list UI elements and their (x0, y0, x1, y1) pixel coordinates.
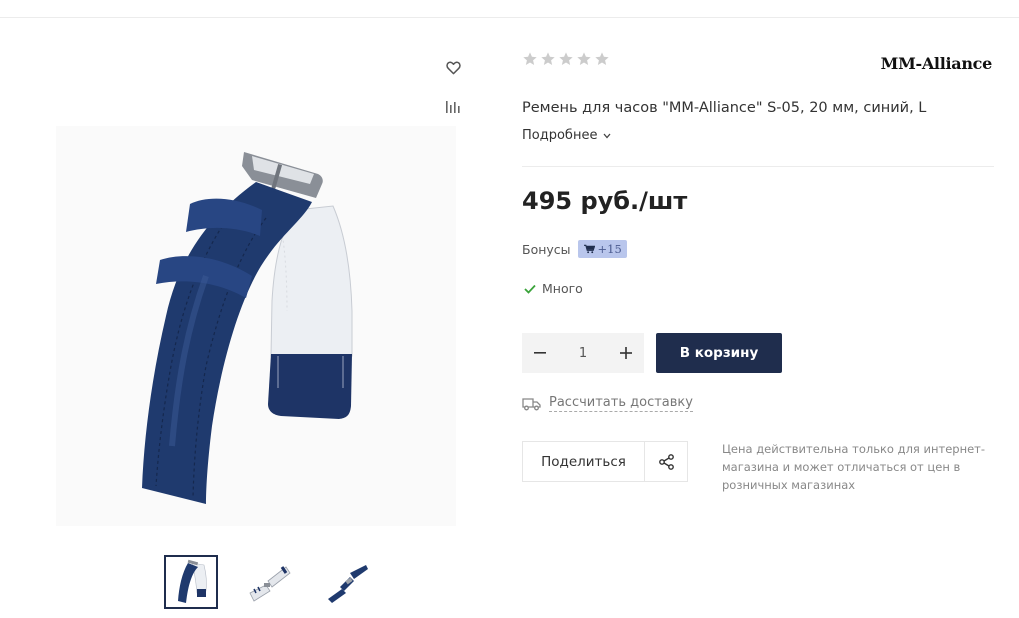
product-title: Ремень для часов "MM-Alliance" S-05, 20 … (522, 100, 927, 116)
cart-icon (583, 244, 595, 254)
main-product-photo[interactable] (56, 126, 456, 526)
star-icon (523, 52, 537, 65)
thumbnail-1[interactable] (164, 555, 218, 609)
quantity-stepper: 1 (522, 333, 644, 373)
bar-chart-icon[interactable] (443, 96, 463, 116)
more-details-link[interactable]: Подробнее (522, 128, 611, 143)
star-icon (577, 52, 591, 65)
calc-delivery-label: Рассчитать доставку (549, 395, 693, 412)
chevron-down-icon (603, 133, 611, 138)
share-button[interactable]: Поделиться (522, 441, 688, 482)
heart-icon[interactable] (443, 58, 463, 78)
share-icon[interactable] (645, 442, 687, 481)
share-label: Поделиться (523, 442, 645, 481)
calc-delivery-link[interactable]: Рассчитать доставку (522, 395, 693, 412)
add-to-cart-button[interactable]: В корзину (656, 333, 782, 373)
bonus-label: Бонусы (522, 241, 571, 257)
quantity-input[interactable]: 1 (563, 346, 603, 361)
increase-button[interactable] (608, 333, 644, 373)
bonus-value: +15 (597, 242, 622, 256)
plus-icon (620, 347, 632, 359)
more-details-label: Подробнее (522, 128, 598, 143)
brand-logo[interactable]: MM-Alliance (881, 54, 993, 73)
header-divider (0, 17, 1019, 18)
product-gallery (52, 50, 472, 618)
thumbnail-3[interactable] (320, 555, 374, 609)
rating-stars[interactable] (522, 51, 610, 67)
divider (522, 166, 994, 167)
star-icon (559, 52, 573, 65)
truck-icon (522, 397, 541, 410)
decrease-button[interactable] (522, 333, 558, 373)
minus-icon (534, 352, 546, 354)
check-icon (524, 284, 536, 294)
bonus-badge: +15 (577, 240, 627, 258)
star-icon (595, 52, 609, 65)
bonus-row: Бонусы +15 (522, 240, 627, 258)
stock-label: Много (542, 281, 583, 296)
stock-status: Много (524, 281, 583, 296)
thumbnail-2[interactable] (242, 555, 296, 609)
product-price: 495 руб./шт (522, 187, 688, 215)
price-note: Цена действительна только для интернет-м… (722, 442, 986, 492)
thumbnail-strip (164, 555, 374, 609)
star-icon (541, 52, 555, 65)
